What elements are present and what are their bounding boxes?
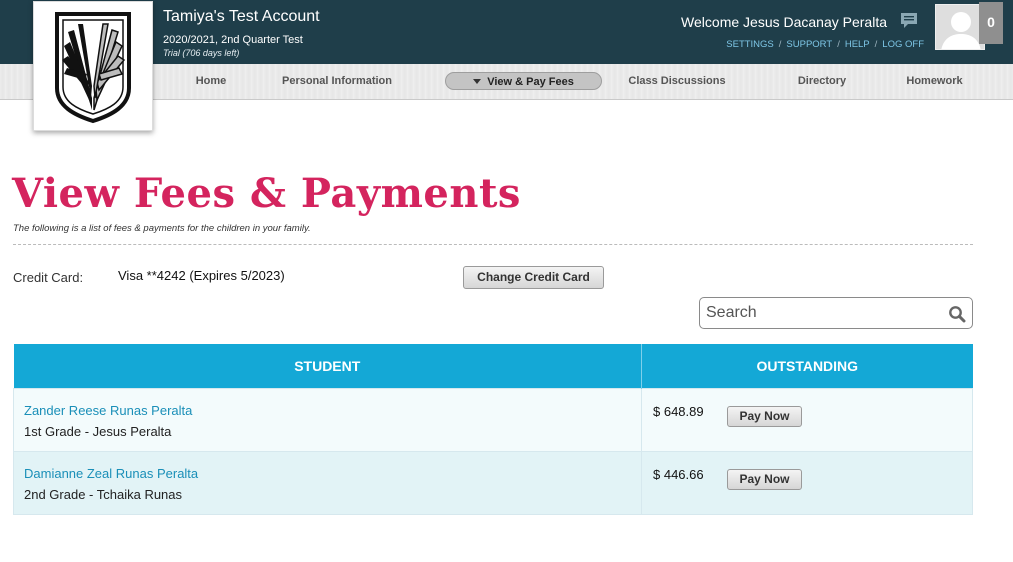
outstanding-cell: $ 446.66 Pay Now [641,450,973,515]
log-off-link[interactable]: LOG OFF [882,39,924,50]
nav-view-pay-fees-label: View & Pay Fees [487,76,574,88]
account-name: Tamiya's Test Account [163,8,320,25]
welcome-text: Welcome Jesus Dacanay Peralta [681,14,887,30]
term-label: 2020/2021, 2nd Quarter Test [163,34,303,46]
nav-homework[interactable]: Homework [896,72,973,90]
page-subtitle: The following is a list of fees & paymen… [13,223,311,234]
nav-view-pay-fees[interactable]: View & Pay Fees [445,72,602,90]
school-logo[interactable] [33,1,153,131]
outstanding-cell: $ 648.89 Pay Now [641,387,973,452]
nav-home[interactable]: Home [183,72,239,90]
search-box [699,297,973,329]
student-name-link[interactable]: Damianne Zeal Runas Peralta [24,466,641,481]
chat-bubble-icon[interactable] [899,12,919,30]
outstanding-amount: $ 648.89 [653,403,704,419]
user-silhouette-icon [936,5,984,49]
trial-label: Trial (706 days left) [163,48,240,58]
nav-directory[interactable]: Directory [787,72,857,90]
dashed-divider [13,244,973,245]
table-row: Zander Reese Runas Peralta 1st Grade - J… [13,387,973,452]
fees-table: STUDENT OUTSTANDING Zander Reese Runas P… [13,344,973,515]
notification-count-badge[interactable]: 0 [979,2,1003,44]
pay-now-button[interactable]: Pay Now [727,405,802,427]
nav-class-discussions[interactable]: Class Discussions [618,72,736,90]
top-links: SETTINGS / SUPPORT / HELP / LOG OFF [726,39,924,50]
pay-now-button[interactable]: Pay Now [727,468,802,490]
link-separator: / [778,39,782,50]
student-cell: Zander Reese Runas Peralta 1st Grade - J… [13,387,642,452]
caret-down-icon [473,79,482,84]
support-link[interactable]: SUPPORT [786,39,832,50]
change-credit-card-button[interactable]: Change Credit Card [463,266,604,289]
wings-of-freedom-logo [55,12,131,124]
link-separator: / [874,39,878,50]
avatar[interactable] [935,4,985,50]
outstanding-amount: $ 446.66 [653,466,704,482]
link-separator: / [837,39,840,50]
help-link[interactable]: HELP [845,39,870,50]
student-name-link[interactable]: Zander Reese Runas Peralta [24,403,641,418]
student-grade-parent: 2nd Grade - Tchaika Runas [24,486,183,502]
outstanding-column-header[interactable]: OUTSTANDING [641,344,973,388]
settings-link[interactable]: SETTINGS [726,39,774,50]
nav-personal-information[interactable]: Personal Information [272,72,402,90]
search-input[interactable] [706,303,944,323]
table-row: Damianne Zeal Runas Peralta 2nd Grade - … [13,450,973,515]
student-column-header[interactable]: STUDENT [13,344,642,388]
page-title: View Fees & Payments [12,170,521,217]
credit-card-value: Visa **4242 (Expires 5/2023) [118,268,285,283]
search-icon[interactable] [948,305,966,323]
student-grade-parent: 1st Grade - Jesus Peralta [24,423,172,439]
page: Tamiya's Test Account 2020/2021, 2nd Qua… [0,0,1013,562]
table-header-row: STUDENT OUTSTANDING [13,344,973,388]
student-cell: Damianne Zeal Runas Peralta 2nd Grade - … [13,450,642,515]
credit-card-label: Credit Card: [13,270,84,285]
